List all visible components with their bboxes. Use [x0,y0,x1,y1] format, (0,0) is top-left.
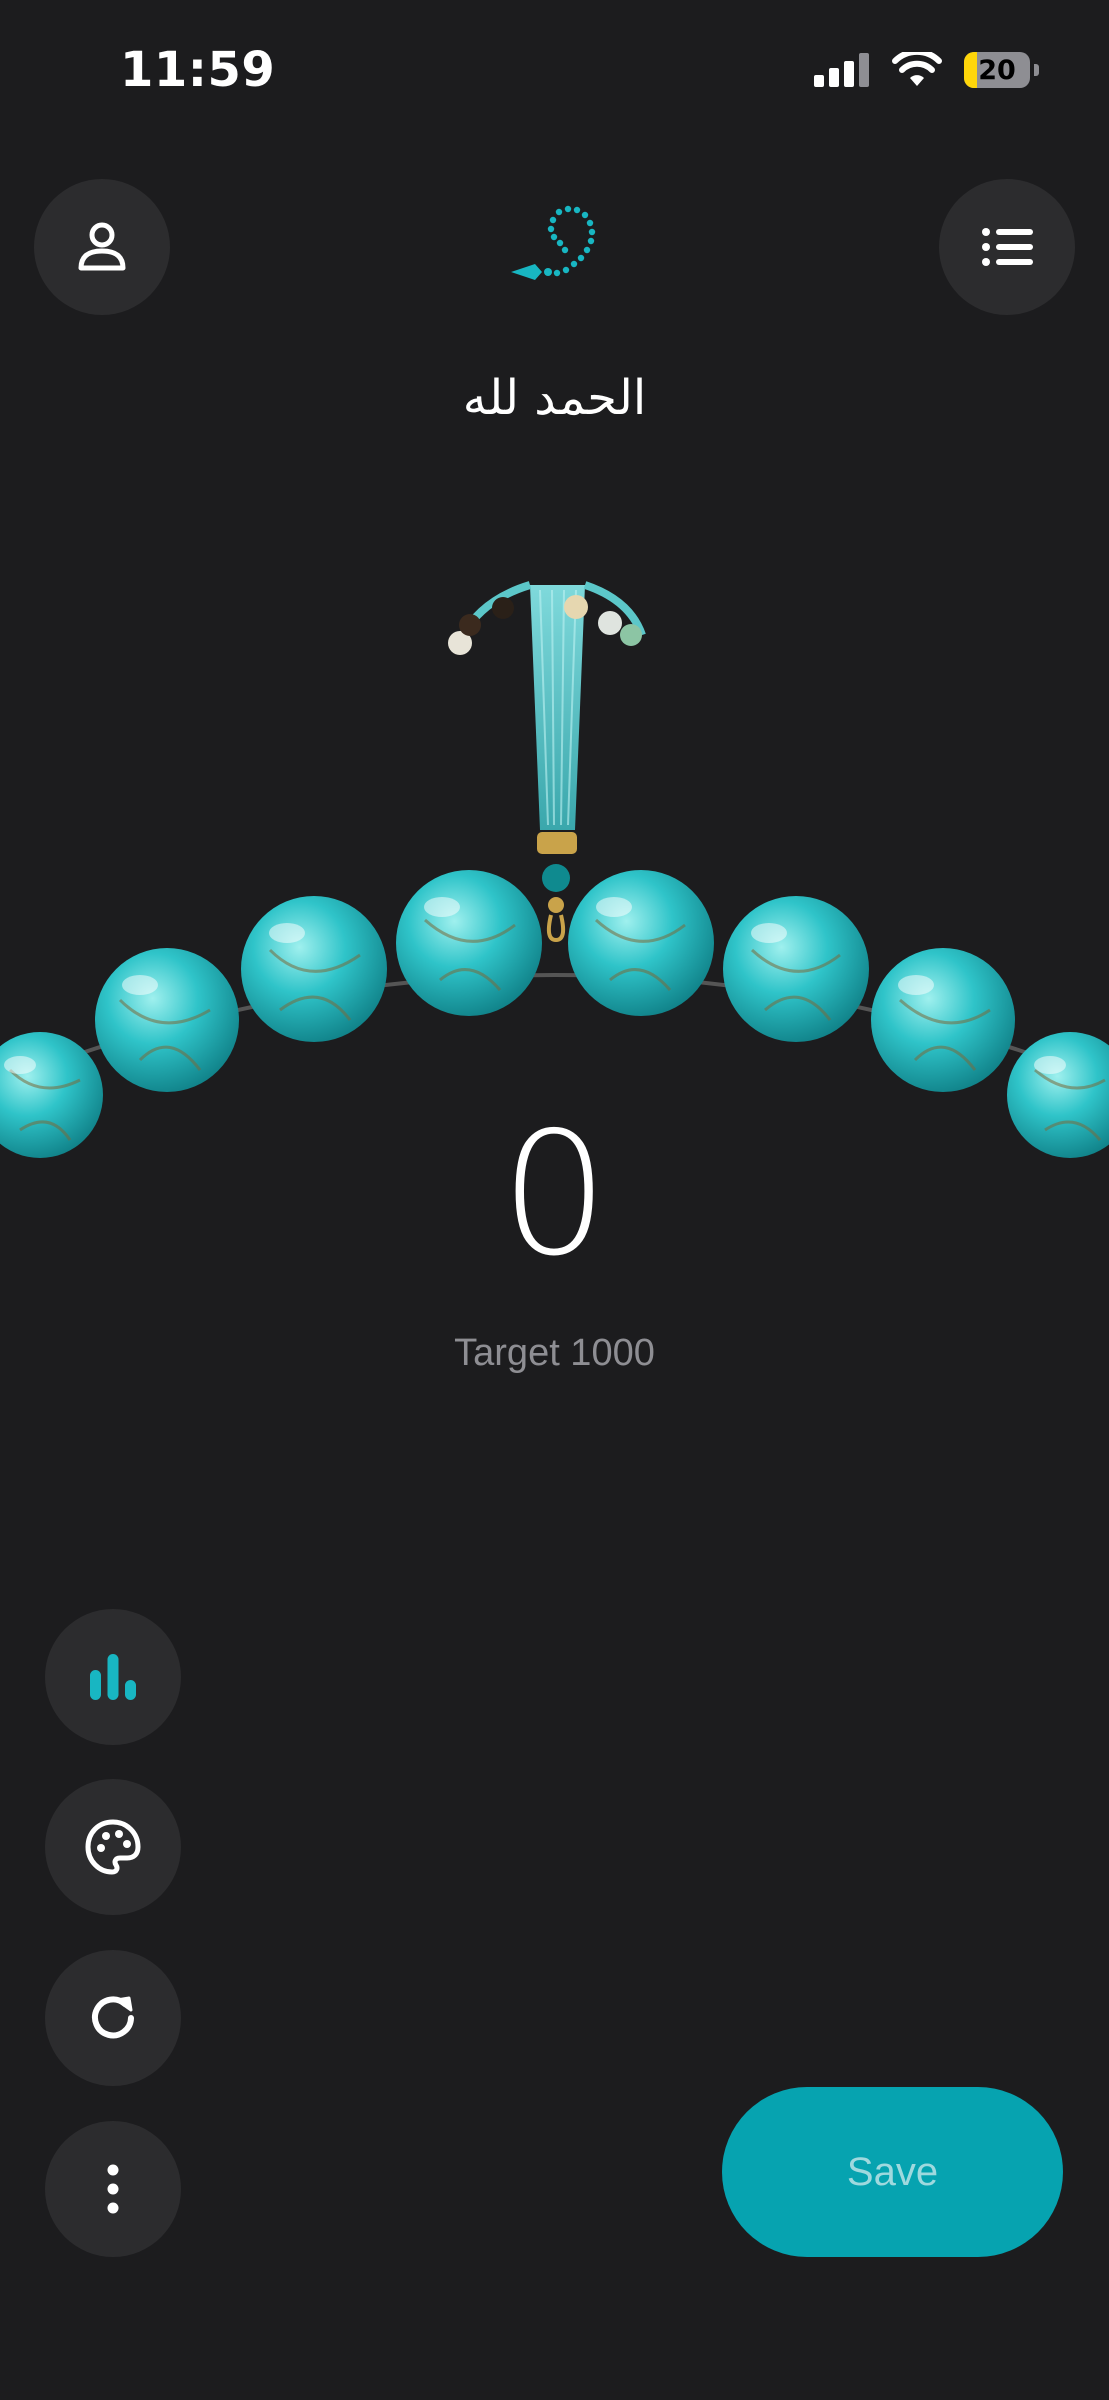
cellular-signal-icon [814,53,869,87]
list-menu-button[interactable] [939,179,1075,315]
dhikr-text: الحمد لله [462,370,647,426]
counter-value: 0 [500,1096,609,1294]
target-label: Target 1000 [454,1332,655,1374]
palette-icon [85,1819,141,1875]
prayer-beads[interactable] [0,560,1109,1180]
battery-icon: 20 [964,52,1030,88]
bar-chart-icon [90,1654,136,1700]
statistics-button[interactable] [45,1609,181,1745]
reset-button[interactable] [45,1950,181,2086]
bead [396,870,542,1016]
bead [723,896,869,1042]
save-button[interactable]: Save [722,2087,1063,2257]
refresh-icon [92,1996,134,2039]
bead [241,896,387,1042]
profile-button[interactable] [34,179,170,315]
status-indicators: 20 [814,52,1039,88]
wifi-icon [892,52,942,86]
theme-button[interactable] [45,1779,181,1915]
bead [95,948,239,1092]
more-options-button[interactable] [45,2121,181,2257]
more-vertical-icon [107,2164,119,2214]
status-time: 11:59 [120,42,276,98]
person-icon [78,222,126,271]
list-icon [982,228,1033,266]
battery-fill [964,52,978,88]
battery-nub [1034,64,1039,76]
bead [568,870,714,1016]
battery-level: 20 [978,54,1016,86]
prayer-beads-logo-icon [511,205,596,280]
bead [871,948,1015,1092]
